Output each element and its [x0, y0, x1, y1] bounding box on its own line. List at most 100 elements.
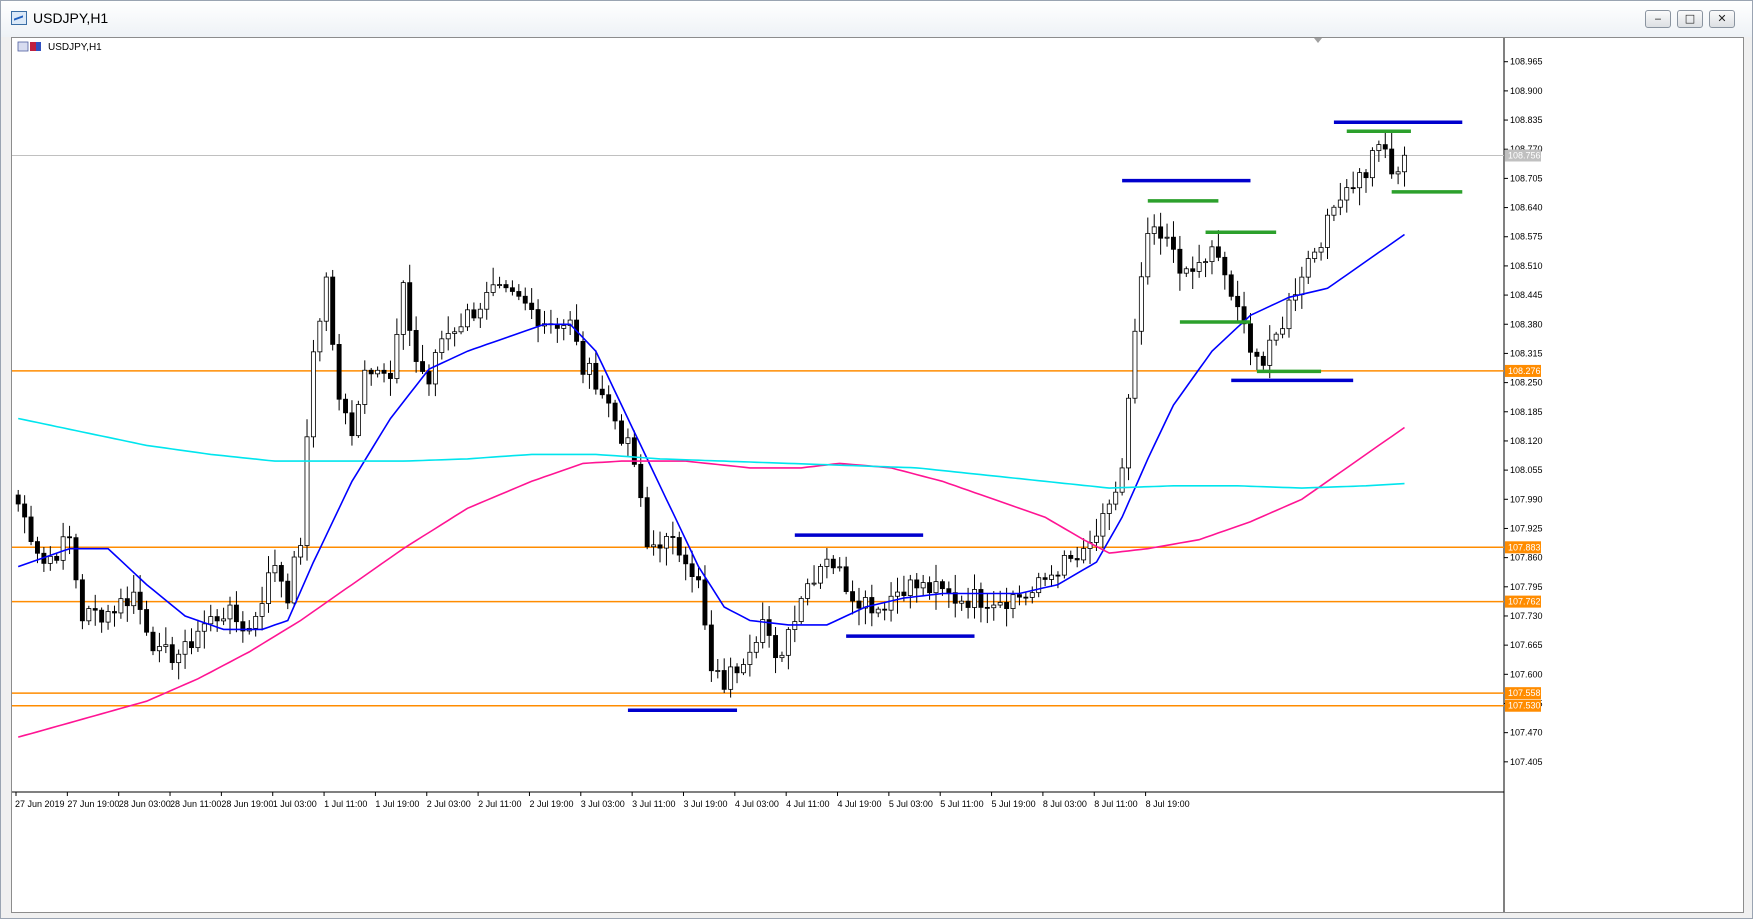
- candle-body: [1389, 148, 1395, 175]
- candle-body: [663, 536, 669, 549]
- x-tick-label: 3 Jul 03:00: [581, 799, 625, 809]
- candle-body: [1126, 397, 1131, 469]
- candle-body: [875, 608, 881, 614]
- candle-body: [388, 372, 393, 379]
- y-tick-label: 107.730: [1510, 611, 1543, 621]
- candle-body: [625, 437, 631, 444]
- candle-body: [907, 579, 913, 596]
- candle-body: [137, 591, 143, 610]
- candle-body: [182, 641, 188, 655]
- candle-body: [895, 591, 900, 597]
- candle-body: [73, 537, 79, 581]
- candle-body: [696, 576, 701, 581]
- y-tick-label: 108.380: [1510, 319, 1543, 329]
- candle-body: [291, 556, 297, 604]
- candle-body: [465, 309, 470, 328]
- candle-body: [965, 600, 971, 608]
- line-mode-icon[interactable]: [36, 42, 41, 51]
- candles-mode-icon[interactable]: [30, 42, 36, 51]
- chart-area[interactable]: USDJPY,H1 108.965 108.900 108.835 108.770 10…: [11, 37, 1744, 913]
- candle-body: [599, 388, 605, 396]
- candle-body: [432, 352, 438, 385]
- price-chart[interactable]: USDJPY,H1 108.965108.900108.835108.77010…: [12, 38, 1743, 912]
- candle-body: [509, 287, 515, 292]
- window-title: USDJPY,H1: [33, 10, 109, 26]
- candle-body: [400, 282, 406, 335]
- candle-body: [112, 611, 117, 614]
- bars-mode-icon[interactable]: [17, 41, 29, 52]
- candle-body: [1254, 351, 1260, 357]
- close-button[interactable]: ✕: [1709, 10, 1735, 28]
- candle-body: [1331, 206, 1337, 216]
- y-tick-label: 107.665: [1510, 640, 1543, 650]
- candle-body: [1312, 251, 1318, 259]
- candle-body: [201, 623, 207, 632]
- candle-body: [1344, 187, 1350, 201]
- candle-body: [1183, 268, 1189, 274]
- candle-body: [1376, 144, 1382, 151]
- candle-body: [1248, 323, 1253, 353]
- candle-body: [1350, 187, 1356, 190]
- candle-body: [830, 558, 836, 569]
- candle-body: [1036, 577, 1042, 594]
- level-price-label: 108.276: [1508, 366, 1541, 376]
- candle-body: [1171, 236, 1176, 250]
- candle-body: [477, 308, 483, 319]
- candle-body: [888, 595, 894, 611]
- maximize-button[interactable]: □: [1677, 10, 1703, 28]
- candle-body: [1196, 262, 1202, 272]
- candle-body: [1145, 233, 1151, 278]
- candle-body: [1286, 299, 1292, 330]
- candle-body: [233, 604, 239, 623]
- candle-body: [285, 580, 291, 604]
- candle-body: [670, 536, 676, 538]
- candle-body: [176, 653, 182, 664]
- candle-body: [1190, 268, 1196, 272]
- candle-body: [984, 606, 990, 609]
- x-tick-label: 28 Jun 03:00: [119, 799, 171, 809]
- candle-body: [336, 344, 342, 400]
- candle-body: [227, 604, 233, 620]
- candle-body: [54, 555, 60, 561]
- candle-body: [394, 334, 400, 379]
- candle-body: [266, 572, 271, 604]
- candle-body: [445, 333, 451, 340]
- candle-body: [1318, 247, 1324, 253]
- candle-body: [1280, 328, 1286, 335]
- chart-window-icon: [11, 11, 27, 25]
- x-tick-label: 1 Jul 03:00: [273, 799, 317, 809]
- moving-average-line: [18, 417, 1405, 489]
- candle-body: [1081, 548, 1087, 561]
- y-tick-label: 107.405: [1510, 757, 1543, 767]
- candle-body: [1061, 555, 1067, 576]
- candle-body: [586, 362, 592, 375]
- x-tick-label: 2 Jul 19:00: [529, 799, 573, 809]
- candle-body: [798, 598, 804, 622]
- candle-body: [1203, 261, 1209, 264]
- candle-body: [426, 371, 432, 385]
- y-tick-label: 108.510: [1510, 261, 1543, 271]
- level-price-label: 107.530: [1508, 701, 1541, 711]
- y-tick-label: 108.120: [1510, 436, 1543, 446]
- y-tick-label: 107.470: [1510, 728, 1543, 738]
- candle-body: [1209, 246, 1215, 263]
- x-tick-label: 2 Jul 11:00: [478, 799, 521, 809]
- y-tick-label: 108.315: [1510, 348, 1543, 358]
- candle-body: [760, 619, 766, 643]
- candle-body: [343, 398, 348, 414]
- candle-body: [35, 541, 40, 554]
- candle-body: [67, 536, 73, 539]
- candle-body: [105, 611, 111, 623]
- minimize-button[interactable]: ‒: [1645, 10, 1671, 28]
- title-bar[interactable]: USDJPY,H1 ‒ □ ✕: [1, 1, 1752, 37]
- x-tick-label: 4 Jul 19:00: [838, 799, 882, 809]
- candle-body: [978, 589, 984, 608]
- y-tick-label: 108.835: [1510, 115, 1543, 125]
- candle-body: [753, 642, 759, 653]
- candle-body: [959, 600, 965, 604]
- candle-body: [946, 588, 952, 594]
- x-tick-label: 28 Jun 19:00: [221, 799, 273, 809]
- chart-shift-marker[interactable]: [1314, 38, 1322, 43]
- x-tick-label: 28 Jun 11:00: [170, 799, 221, 809]
- candle-body: [1337, 199, 1343, 208]
